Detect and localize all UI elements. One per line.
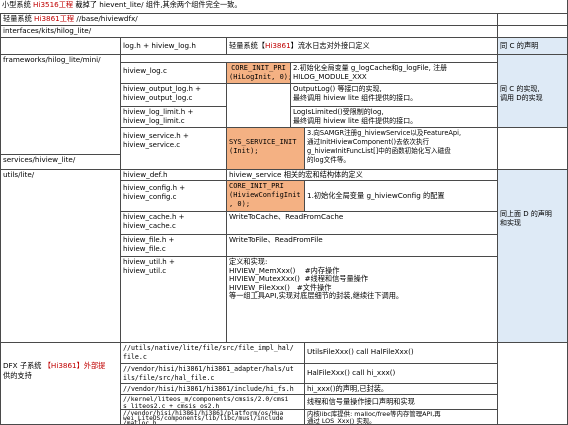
hiview-def-file: hiview_def.h (120, 169, 226, 180)
log-limit-file-text: hiview_log_limit.h + hiview_log_limit.c (123, 108, 194, 125)
light-path: //base/hiviewdfx/ (74, 14, 138, 23)
service-file-text: hiview_service.h + hiview_service.c (123, 132, 189, 149)
dfx-title-suffix: 供的支持 (3, 371, 32, 380)
dfx-title-chip: 【Hi3861】外部提 (43, 361, 106, 370)
light-system-heading: 轻量系统 Hi3861工程 //base/hiviewdfx/ (0, 13, 497, 25)
intro-chip: Hi3516工程 (33, 0, 74, 9)
hiview-log-file: hiview_log.c (120, 62, 226, 83)
dfx-path-cmsis-text: //kernel/liteos_m/components/cmsis/2.0/c… (123, 395, 289, 410)
dfx-path-hi-fs: //vendor/hisi/hi3861/hi3861/include/hi_f… (120, 383, 304, 394)
hiview-config-file-text: hiview_config.h + hiview_config.c (123, 184, 186, 201)
dfx-path-hal-file-text: //vendor/hisi/hi3861/hi3861_adapter/hals… (123, 365, 294, 382)
hilog-init-macro: CORE_INIT_PRI (HiLogInit, 0); (226, 62, 290, 83)
interfaces-desc: 轻量系统【Hi3861】流水日志对外接口定义 (226, 37, 497, 54)
service-file: hiview_service.h + hiview_service.c (120, 127, 226, 169)
intro-line: 小型系统 Hi3516工程 裁掉了 hievent_lite/ 组件,其余两个组… (0, 0, 568, 10)
frameworks-path: frameworks/hilog_lite/mini/ (0, 54, 120, 154)
hilog-init-desc-text: 2.初始化全局变量 g_logCache和g_logFile, 注册 HILOG… (293, 64, 448, 81)
config-init-macro: CORE_INIT_PRI (HiviewConfigInit , 0); (226, 180, 304, 211)
hiview-file-file-text: hiview_file.h + hiview_file.c (123, 236, 175, 253)
interfaces-path: interfaces/kits/hilog_lite/ (0, 25, 497, 37)
service-init-macro: SYS_SERVICE_INIT (Init); (226, 127, 304, 169)
interfaces-file: log.h + hiview_log.h (120, 37, 226, 54)
utils-note-text: 同上面 D 的声明 和实现 (500, 210, 552, 227)
util-footer: 等一组工具API,实现对底层细节的封装,继续往下调用。 (229, 291, 404, 301)
service-init-macro-text: SYS_SERVICE_INIT (Init); (229, 138, 297, 155)
hiview-util-file-text: hiview_util.h + hiview_util.c (123, 258, 175, 275)
interfaces-desc-chip: Hi3861 (264, 41, 291, 50)
hiview-file-file: hiview_file.h + hiview_file.c (120, 234, 226, 256)
service-desc: 3.向SAMGR注册g_hiviewService以及FeatureApi, 通… (304, 127, 497, 169)
hiview-cache-file: hiview_cache.h + hiview_cache.c (120, 211, 226, 234)
hiview-def-desc: hiview_service 相关的宏和结构体的定义 (226, 169, 497, 180)
hilog-init-desc: 2.初始化全局变量 g_logCache和g_logFile, 注册 HILOG… (290, 62, 497, 83)
hilog-init-macro-text: CORE_INIT_PRI (HiLogInit, 0); (229, 64, 290, 81)
output-log-file-text: hiview_output_log.h + hiview_output_log.… (123, 85, 202, 102)
services-path: services/hiview_lite/ (0, 154, 120, 169)
dfx-desc-hal-file: HalFileXxx() call hi_xxx() (304, 363, 497, 383)
dfx-path-malloc: //vendor/hisi/hi3861/hi3861/platform/os/… (120, 409, 304, 425)
interfaces-note-top (497, 25, 568, 37)
dfx-title: DFX 子系统 【Hi3861】外部提供的支持 (0, 342, 120, 425)
frameworks-note-text: 同 C 的实现, 调用 D的实现 (500, 85, 543, 102)
dfx-path-hal-file: //vendor/hisi/hi3861/hi3861_adapter/hals… (120, 363, 304, 383)
interfaces-desc-prefix: 轻量系统【 (229, 41, 265, 50)
doc-page: 小型系统 Hi3516工程 裁掉了 hievent_lite/ 组件,其余两个组… (0, 0, 568, 425)
intro-suffix: 裁掉了 hievent_lite/ 组件,其余两个组件完全一致。 (73, 0, 242, 9)
frameworks-path-row (120, 54, 497, 62)
output-log-file: hiview_output_log.h + hiview_output_log.… (120, 83, 226, 106)
dfx-desc-hi-fs: hi_xxx()的声明,已封装。 (304, 383, 497, 394)
dfx-path-file-impl-text: //utils/native/lite/file/src/file_impl_h… (123, 344, 294, 361)
frameworks-spacer-a (226, 83, 290, 127)
output-log-desc-text: OutputLog() 等接口的实现, 最终调用 hiview lite 组件提… (293, 85, 418, 102)
interfaces-note: 同 C 的声明 (497, 37, 568, 54)
dfx-desc-cmsis: 线程和信号量操作接口声明和实现 (304, 394, 497, 409)
dfx-desc-malloc: 内核libc库提供: malloc/free等内存管理API,再 通过 LOS_… (304, 409, 497, 425)
config-init-desc: 1.初始化全局变量 g_hiviewConfig 的配置 (304, 180, 497, 211)
hiview-config-file: hiview_config.h + hiview_config.c (120, 180, 226, 211)
frameworks-note: 同 C 的实现, 调用 D的实现 (497, 54, 568, 127)
services-note (497, 127, 568, 169)
log-limit-desc: LogIsLimited()受限制的log, 最终调用 hiview lite … (290, 106, 497, 127)
light-chip: Hi3861工程 (34, 14, 75, 23)
header-note-cell (497, 13, 568, 25)
dfx-path-hi-fs-text: //vendor/hisi/hi3861/hi3861/include/hi_f… (123, 385, 294, 393)
hiview-cache-desc: WriteToCache、ReadFromCache (226, 211, 497, 234)
hiview-util-desc: 定义和实现: HIVIEW_MemXxx() #内存操作 HIVIEW_Mute… (226, 256, 497, 342)
service-desc-text: 3.向SAMGR注册g_hiviewService以及FeatureApi, 通… (307, 129, 462, 164)
dfx-path-file-impl: //utils/native/lite/file/src/file_impl_h… (120, 342, 304, 363)
hiview-cache-file-text: hiview_cache.h + hiview_cache.c (123, 213, 185, 230)
utils-note: 同上面 D 的声明 和实现 (497, 169, 568, 342)
log-limit-file: hiview_log_limit.h + hiview_log_limit.c (120, 106, 226, 127)
hiview-file-desc: WriteToFile、ReadFromFile (226, 234, 497, 256)
dfx-desc-malloc-text: 内核libc库提供: malloc/free等内存管理API,再 通过 LOS_… (307, 410, 441, 425)
dfx-desc-file-impl: UtilsFileXxx() call HalFileXxx() (304, 342, 497, 363)
interfaces-blank (0, 37, 120, 54)
dfx-path-cmsis: //kernel/liteos_m/components/cmsis/2.0/c… (120, 394, 304, 409)
interfaces-desc-suffix: 】流水日志对外接口定义 (290, 41, 370, 50)
hiview-util-file: hiview_util.h + hiview_util.c (120, 256, 226, 342)
intro-prefix: 小型系统 (2, 0, 34, 9)
utils-path: utils/lite/ (0, 169, 120, 342)
output-log-desc: OutputLog() 等接口的实现, 最终调用 hiview lite 组件提… (290, 83, 497, 106)
light-prefix: 轻量系统 (3, 14, 35, 23)
config-init-macro-text: CORE_INIT_PRI (HiviewConfigInit , 0); (229, 182, 301, 208)
dfx-path-malloc-text: //vendor/hisi/hi3861/hi3861/platform/os/… (123, 410, 284, 425)
log-limit-desc-text: LogIsLimited()受限制的log, 最终调用 hiview lite … (293, 108, 418, 125)
dfx-note (497, 342, 568, 425)
dfx-title-prefix: DFX 子系统 (3, 361, 44, 370)
